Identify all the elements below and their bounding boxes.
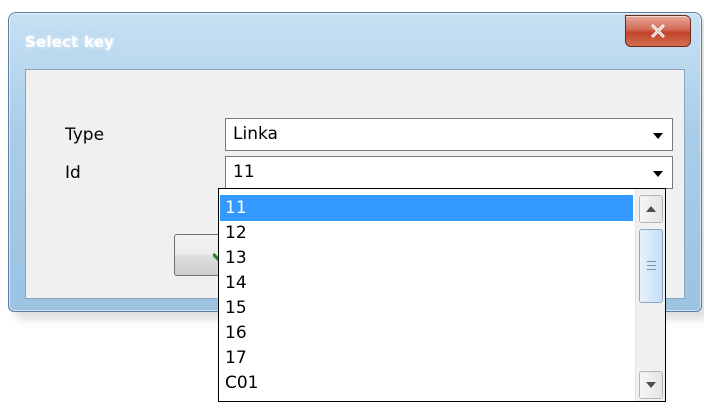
close-button[interactable]	[625, 15, 691, 47]
list-item[interactable]: 17	[220, 345, 633, 371]
id-combobox-value: 11	[233, 162, 255, 182]
list-item[interactable]: 13	[220, 245, 633, 271]
id-combobox[interactable]: 11	[225, 156, 673, 189]
chevron-down-icon	[653, 171, 663, 177]
close-icon	[651, 24, 665, 38]
chevron-down-icon	[653, 133, 663, 139]
scroll-down-arrow-icon	[646, 382, 656, 388]
id-dropdown-list[interactable]: 11 12 13 14 15 16 17 C01	[218, 188, 666, 402]
type-combobox-value: Linka	[233, 124, 278, 144]
type-combobox[interactable]: Linka	[225, 118, 673, 151]
window-title: Select key	[25, 33, 115, 51]
scroll-up-arrow-icon	[646, 206, 656, 212]
thumb-grip-line	[647, 265, 656, 266]
list-item[interactable]: 15	[220, 295, 633, 321]
scroll-up-button[interactable]	[639, 195, 663, 223]
type-label: Type	[65, 125, 105, 145]
scroll-thumb[interactable]	[639, 229, 663, 303]
thumb-grip-line	[647, 261, 656, 262]
list-item[interactable]: 14	[220, 270, 633, 296]
list-item[interactable]: 11	[220, 195, 633, 221]
scroll-down-button[interactable]	[639, 371, 663, 399]
dropdown-scrollbar[interactable]	[635, 189, 665, 401]
title-bar[interactable]: Select key	[9, 13, 701, 57]
list-item[interactable]: 12	[220, 220, 633, 246]
id-label: Id	[65, 163, 81, 183]
id-combobox-dropdown-button[interactable]	[644, 159, 670, 186]
list-item[interactable]: C01	[220, 370, 633, 396]
type-combobox-dropdown-button[interactable]	[644, 121, 670, 148]
list-item[interactable]: 16	[220, 320, 633, 346]
thumb-grip-line	[647, 269, 656, 270]
